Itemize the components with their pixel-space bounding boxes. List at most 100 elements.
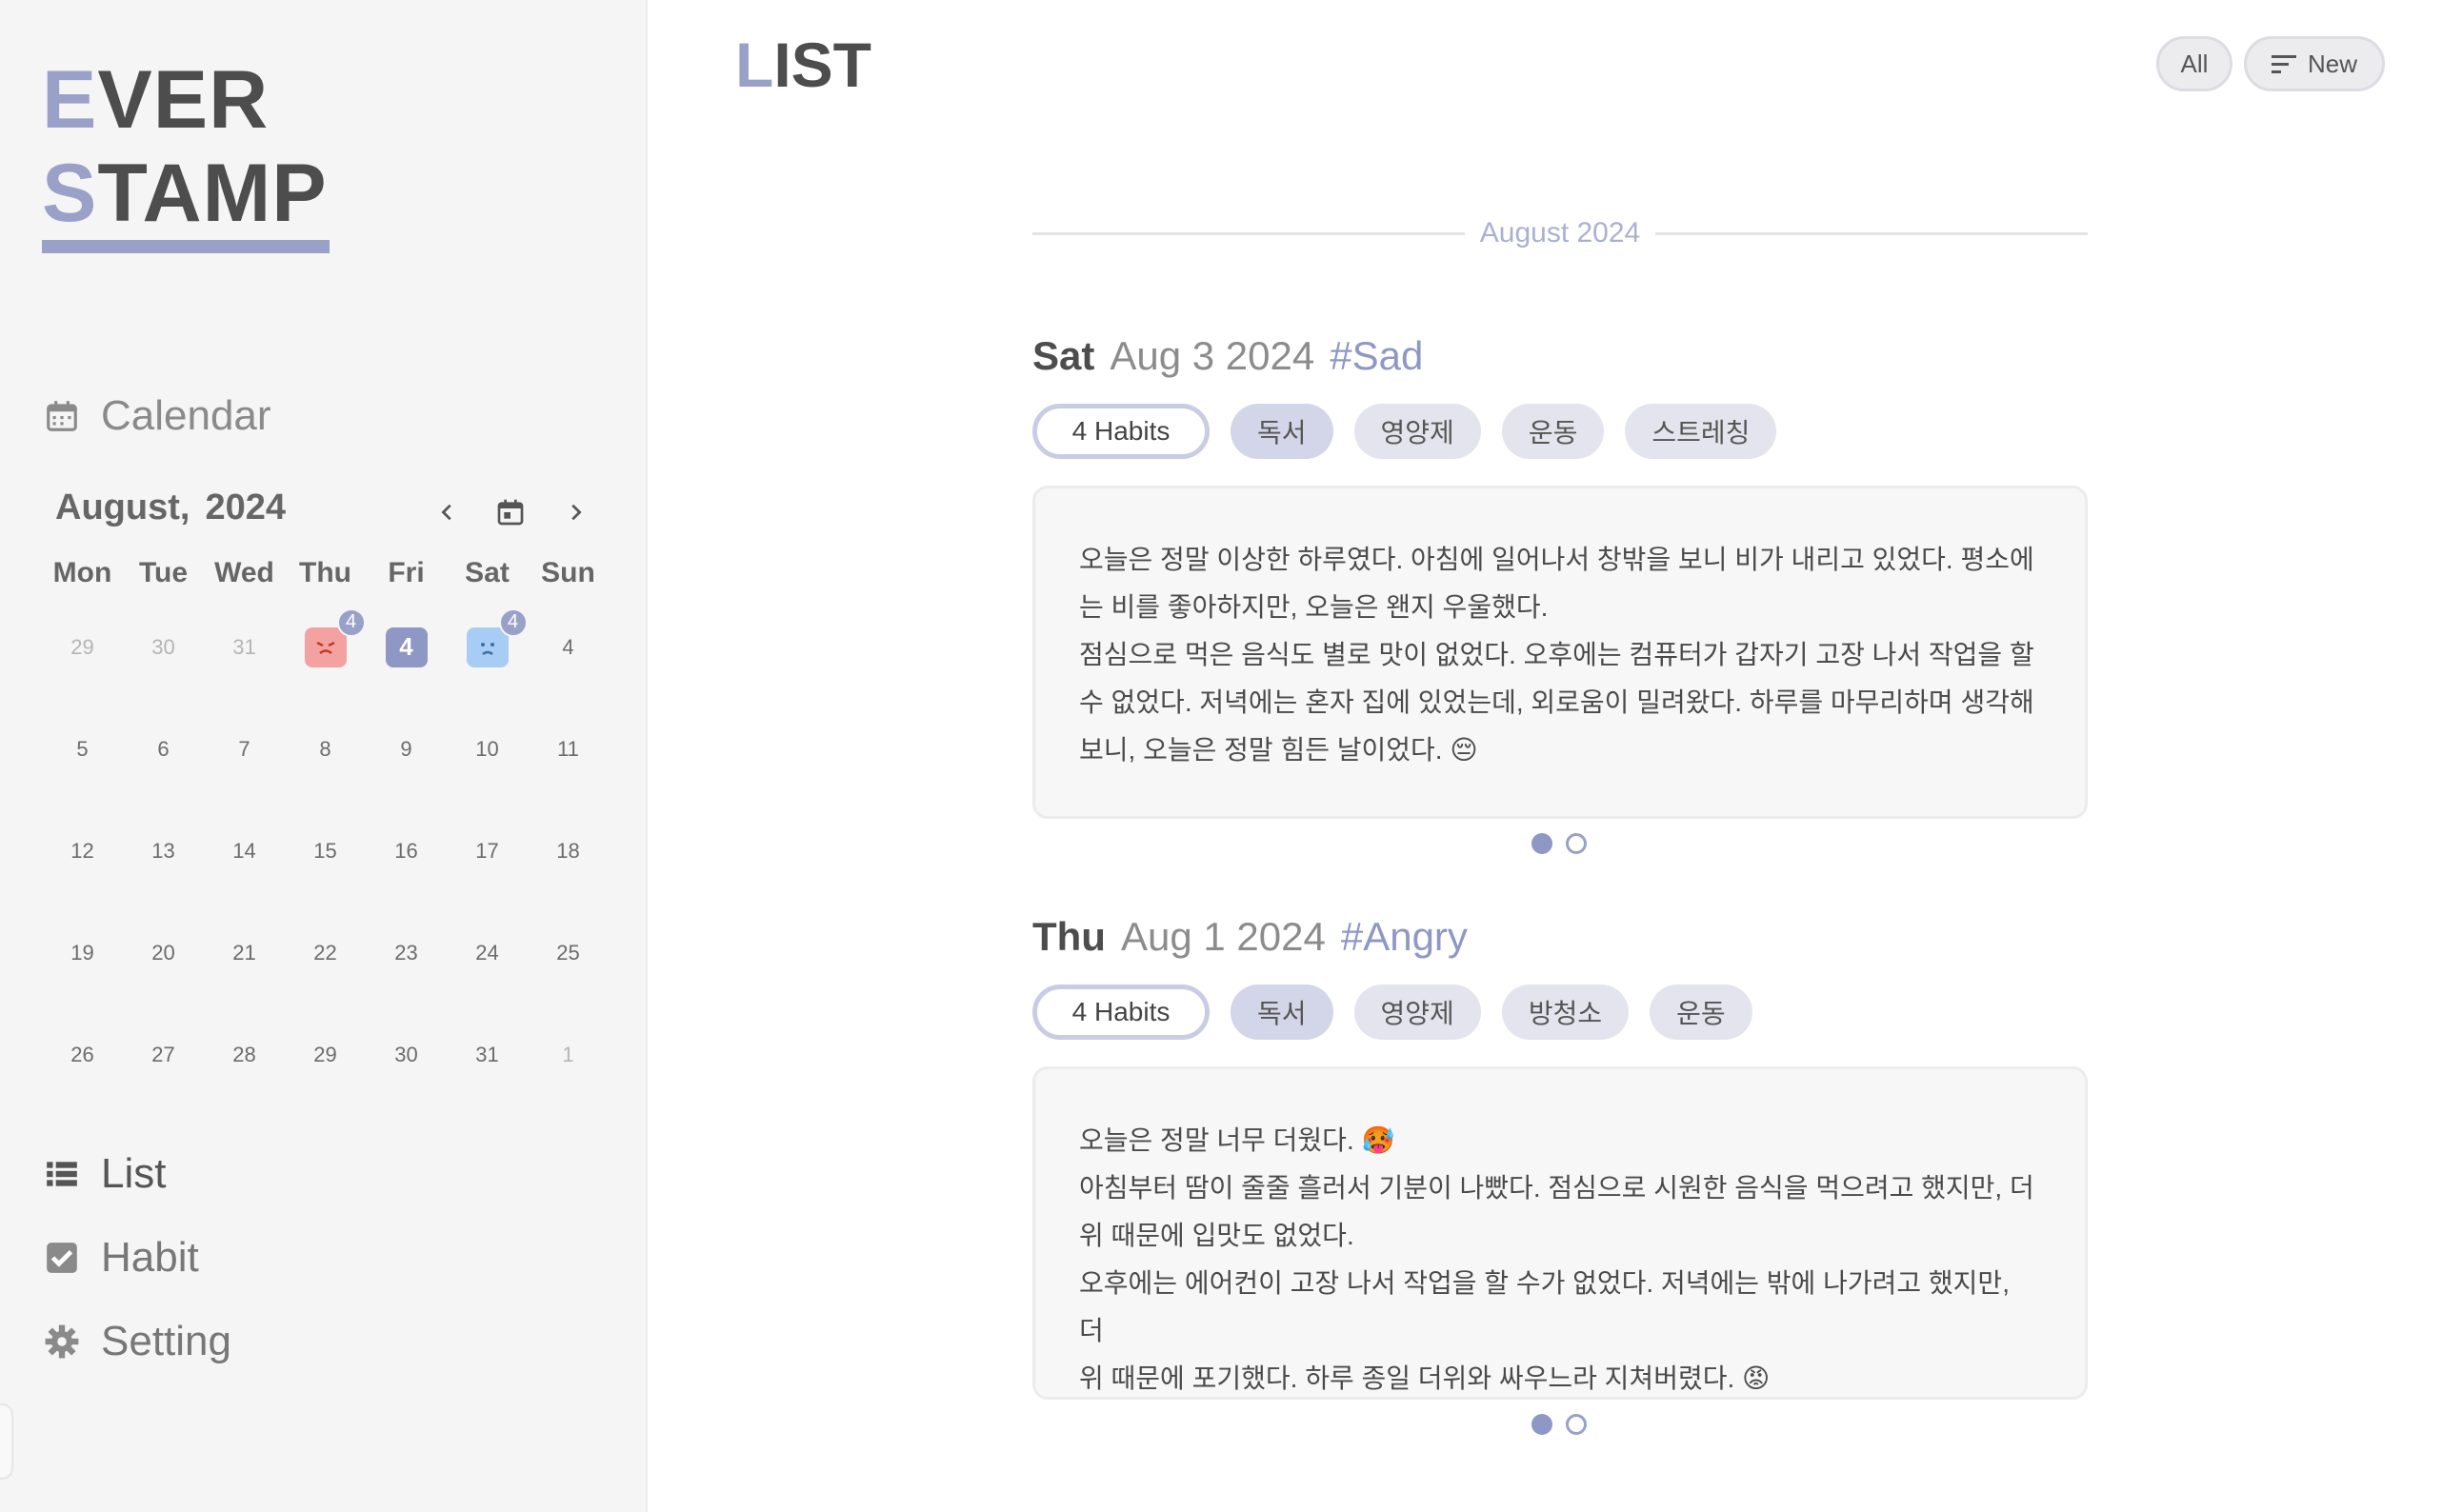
calendar-day[interactable]: 19 [42, 902, 123, 1004]
weekday-header: Mon Tue Wed Thu Fri Sat Sun [42, 550, 610, 596]
weekday-label: Sun [541, 557, 595, 588]
sidebar-item-label: Setting [101, 1318, 231, 1364]
filter-all-button[interactable]: All [2156, 36, 2232, 91]
habit-tag[interactable]: 독서 [1231, 404, 1333, 459]
gear-icon [45, 1324, 79, 1359]
calendar-day[interactable]: 13 [123, 800, 204, 902]
calendar-day[interactable]: 10 [447, 698, 528, 800]
habit-tags: 4 Habits 독서 영양제 운동 스트레칭 [1032, 404, 1777, 459]
calendar-day[interactable]: 21 [204, 902, 285, 1004]
prev-month-button[interactable] [429, 493, 467, 531]
chevron-left-icon [441, 504, 451, 521]
habit-tag[interactable]: 스트레칭 [1625, 404, 1777, 459]
calendar-day[interactable]: 30 [123, 596, 204, 698]
habit-count-badge: 4 [336, 607, 366, 637]
habits-count-tag[interactable]: 4 Habits [1032, 985, 1210, 1040]
habit-tag[interactable]: 독서 [1231, 985, 1333, 1040]
entry-date: Aug 3 2024 [1110, 333, 1315, 378]
calendar-day[interactable]: 29 [42, 596, 123, 698]
sort-label: New [2307, 49, 2357, 78]
calendar-day[interactable]: 12 [42, 800, 123, 902]
sidebar-item-label: Habit [101, 1234, 199, 1281]
carousel-dot-active[interactable] [1531, 833, 1552, 854]
sidebar-item-habit[interactable]: Habit [44, 1234, 199, 1282]
calendar-day[interactable]: 1 [528, 1004, 609, 1105]
carousel-dot[interactable] [1566, 1414, 1587, 1435]
today-button[interactable] [491, 493, 530, 531]
carousel-dot[interactable] [1566, 833, 1587, 854]
month-divider: August 2024 [1032, 217, 2089, 249]
weekday-label: Fri [388, 557, 425, 588]
habit-tag[interactable]: 영양제 [1353, 404, 1481, 459]
diary-card[interactable]: 오늘은 정말 너무 더웠다. 🥵 아침부터 땀이 줄줄 흘러서 기분이 나빴다.… [1032, 1066, 2088, 1400]
calendar-day[interactable]: 6 [123, 698, 204, 800]
calendar-day[interactable]: 31 [447, 1004, 528, 1105]
calendar-day[interactable]: 17 [447, 800, 528, 902]
chevron-right-icon [571, 504, 582, 521]
weekday-label: Mon [52, 557, 112, 588]
page-title: LIST [735, 30, 872, 100]
calendar-day[interactable]: 8 [285, 698, 366, 800]
calendar-day[interactable]: 4 [528, 596, 609, 698]
sidebar-item-label: List [101, 1150, 167, 1197]
calendar-week-row: 19 20 21 22 23 24 25 [42, 902, 610, 1004]
logo-underline [42, 240, 330, 253]
habit-tag[interactable]: 운동 [1501, 404, 1605, 459]
calendar-day[interactable]: 23 [366, 902, 447, 1004]
calendar-day[interactable]: 31 [204, 596, 285, 698]
weekday-label: Sat [465, 557, 510, 588]
calendar-month-title: August, 2024 [55, 487, 286, 528]
calendar-day[interactable]: 22 [285, 902, 366, 1004]
weekday-label: Tue [138, 557, 189, 588]
calendar-day[interactable]: 16 [366, 800, 447, 902]
calendar-day[interactable]: 9 [366, 698, 447, 800]
habits-count-tag[interactable]: 4 Habits [1032, 404, 1210, 459]
habit-count-badge: 4 [498, 607, 528, 637]
next-month-button[interactable] [556, 493, 594, 531]
calendar-day[interactable]: 30 [366, 1004, 447, 1105]
selected-day: 4 [385, 627, 428, 667]
entry-day: Sat [1032, 333, 1095, 378]
calendar-day[interactable]: 7 [204, 698, 285, 800]
calendar-day[interactable]: 18 [528, 800, 609, 902]
sidebar-item-calendar[interactable]: Calendar [44, 392, 271, 440]
carousel-dots [1531, 1414, 1587, 1435]
calendar-week-row: 29 30 31 4 4 4 4 [42, 596, 610, 698]
calendar-day[interactable]: 24 [447, 902, 528, 1004]
entry-header: Thu Aug 1 2024 #Angry [1032, 914, 1468, 960]
calendar-day-stamped[interactable]: 4 [366, 596, 447, 698]
sidebar: EVER STAMP Calendar August, 2024 Mon Tue … [0, 0, 648, 1512]
calendar-day[interactable]: 20 [123, 902, 204, 1004]
calendar-day[interactable]: 28 [204, 1004, 285, 1105]
habit-tag[interactable]: 영양제 [1353, 985, 1481, 1040]
carousel-dot-active[interactable] [1531, 1414, 1552, 1435]
calendar-day[interactable]: 5 [42, 698, 123, 800]
habit-tag[interactable]: 방청소 [1501, 985, 1630, 1040]
calendar-day[interactable]: 25 [528, 902, 609, 1004]
entry-emotion: #Angry [1340, 914, 1468, 959]
diary-text: 오늘은 정말 너무 더웠다. 🥵 아침부터 땀이 줄줄 흘러서 기분이 나빴다.… [1079, 1125, 2034, 1393]
angry-stamp-icon: 4 [304, 607, 366, 667]
sidebar-resize-handle[interactable] [0, 1403, 13, 1480]
calendar-day-stamped[interactable]: 4 [285, 596, 366, 698]
calendar-day[interactable]: 26 [42, 1004, 123, 1105]
calendar-day-stamped[interactable]: 4 [447, 596, 528, 698]
sidebar-item-setting[interactable]: Setting [44, 1318, 231, 1365]
calendar-day[interactable]: 14 [204, 800, 285, 902]
calendar-day[interactable]: 15 [285, 800, 366, 902]
calendar-day[interactable]: 27 [123, 1004, 204, 1105]
sidebar-item-list[interactable]: List [44, 1150, 166, 1198]
calendar-month: August, [55, 487, 190, 527]
sort-new-button[interactable]: New [2244, 36, 2385, 91]
habit-tag[interactable]: 운동 [1650, 985, 1752, 1040]
sidebar-item-label: Calendar [101, 392, 271, 439]
calendar-day[interactable]: 11 [528, 698, 609, 800]
weekday-label: Thu [299, 557, 351, 588]
calendar-day[interactable]: 29 [285, 1004, 366, 1105]
diary-card[interactable]: 오늘은 정말 이상한 하루였다. 아침에 일어나서 창밖을 보니 비가 내리고 … [1032, 486, 2088, 819]
weekday-label: Wed [214, 557, 274, 588]
calendar-icon [47, 401, 77, 431]
calendar-week-row: 26 27 28 29 30 31 1 [42, 1004, 610, 1105]
calendar-year: 2024 [205, 487, 286, 527]
app-logo[interactable]: EVER STAMP [42, 53, 328, 240]
